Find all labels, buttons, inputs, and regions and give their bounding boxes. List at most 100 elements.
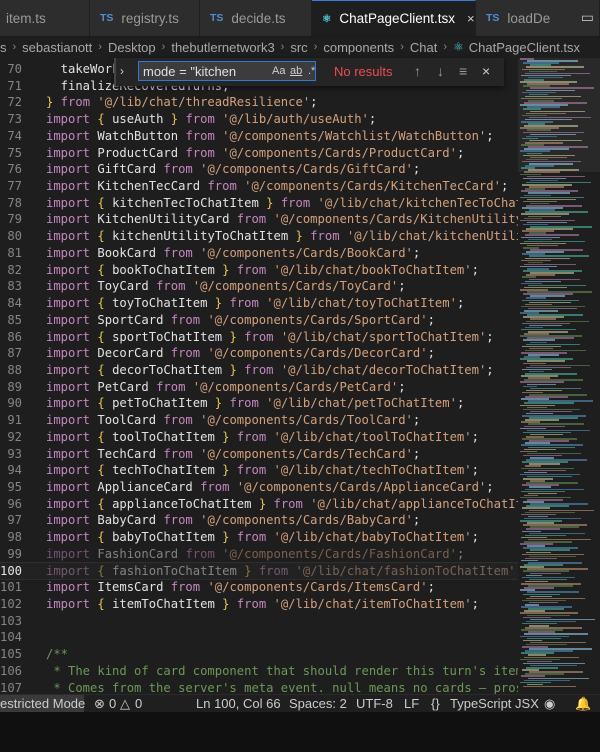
- breadcrumb-item[interactable]: thebutlernetwork3 ›: [171, 40, 290, 55]
- code-token: {: [97, 597, 113, 612]
- code-line[interactable]: 84 import { toyToChatItem } from '@/lib/c…: [0, 295, 518, 312]
- code-line[interactable]: 89 import PetCard from '@/components/Card…: [0, 379, 518, 396]
- find-in-selection-icon[interactable]: ≡: [459, 63, 467, 79]
- breadcrumb-item[interactable]: src ›: [290, 40, 323, 55]
- code-text: import KitchenTecCard from '@/components…: [46, 178, 508, 195]
- code-line[interactable]: 72} from '@/lib/chat/threadResilience';: [0, 94, 518, 111]
- chevron-right-icon: ›: [98, 41, 102, 53]
- code-token: itemToChatItem: [112, 597, 223, 612]
- chevron-right-icon[interactable]: ›: [120, 64, 124, 78]
- code-line[interactable]: 87 import DecorCard from '@/components/Ca…: [0, 345, 518, 362]
- code-line[interactable]: 105 /**: [0, 646, 518, 663]
- code-token: petToChatItem: [112, 396, 215, 411]
- code-line[interactable]: 107 * Comes from the server's meta event…: [0, 680, 518, 694]
- code-text: import { toolToChatItem } from '@/lib/ch…: [46, 429, 479, 446]
- current-code-line[interactable]: 100 import { fashionToChatItem } from '@/…: [0, 561, 518, 581]
- code-line[interactable]: 98 import { babyToChatItem } from '@/lib/…: [0, 529, 518, 546]
- code-token: ;: [486, 480, 494, 494]
- match-case-icon[interactable]: Aa: [272, 65, 285, 77]
- code-token: ;: [456, 396, 465, 411]
- code-line[interactable]: 106 * The kind of card component that sh…: [0, 663, 518, 680]
- breadcrumb: s › sebastianott › Desktop › thebutlernetwo…: [0, 36, 600, 58]
- error-icon[interactable]: ⊗: [94, 696, 105, 712]
- code-token: ;: [412, 413, 421, 428]
- code-line[interactable]: 93 import TechCard from '@/components/Car…: [0, 446, 518, 463]
- code-token: from: [222, 396, 267, 411]
- copilot-icon[interactable]: ◉: [544, 696, 555, 712]
- code-line[interactable]: 97 import BabyCard from '@/components/Car…: [0, 512, 518, 529]
- line-number: 77: [7, 179, 22, 194]
- code-token: {: [97, 463, 113, 478]
- code-line[interactable]: 73 import { useAuth } from '@/lib/auth/us…: [0, 111, 518, 128]
- code-token: ;: [471, 597, 479, 612]
- code-text: import { bookToChatItem } from '@/lib/ch…: [46, 262, 479, 279]
- code-line[interactable]: 76 import GiftCard from '@/components/Car…: [0, 161, 518, 178]
- code-token: from: [170, 312, 208, 327]
- minimap[interactable]: [518, 58, 600, 694]
- code-line[interactable]: 85 import SportCard from '@/components/Ca…: [0, 312, 518, 329]
- code-token: ProductCard: [97, 145, 186, 160]
- code-line[interactable]: 96 import { applianceToChatItem } from '@…: [0, 496, 518, 513]
- code-line[interactable]: 92 import { toolToChatItem } from '@/lib/…: [0, 429, 518, 446]
- line-number: 99: [7, 546, 22, 561]
- code-token: from: [185, 145, 223, 160]
- code-token: import: [46, 245, 98, 260]
- code-line[interactable]: 88 import { decorToChatItem } from '@/lib…: [0, 362, 518, 379]
- line-number: 79: [7, 212, 22, 227]
- end-of-line[interactable]: LF: [404, 696, 419, 711]
- code-line[interactable]: 75 import ProductCard from '@/components/…: [0, 145, 518, 162]
- code-line[interactable]: 79 import KitchenUtilityCard from '@/comp…: [0, 211, 518, 228]
- indentation[interactable]: Spaces: 2: [289, 696, 347, 711]
- language-mode[interactable]: TypeScript JSX: [450, 696, 539, 711]
- notifications-icon[interactable]: 🔔: [575, 696, 591, 712]
- code-line[interactable]: 83 import ToyCard from '@/components/Card…: [0, 278, 518, 295]
- code-token: ;: [412, 162, 421, 177]
- code-line[interactable]: 86 import { sportToChatItem } from '@/lib…: [0, 329, 518, 346]
- typescript-file-icon: TS: [210, 12, 224, 24]
- breadcrumb-item[interactable]: s ›: [0, 40, 22, 55]
- code-token: from: [156, 379, 193, 394]
- code-line[interactable]: 102 import { itemToChatItem } from '@/lib…: [0, 596, 518, 613]
- tab-registry-ts[interactable]: TS registry.ts: [90, 0, 200, 36]
- breadcrumb-item[interactable]: Desktop ›: [108, 40, 171, 55]
- code-line[interactable]: 81 import BookCard from '@/components/Car…: [0, 245, 518, 262]
- code-token: '@/components/Cards/ItemsCard': [207, 580, 428, 595]
- code-line[interactable]: 80 import { kitchenUtilityToChatItem } fr…: [0, 228, 518, 245]
- code-line[interactable]: 95 import ApplianceCard from '@/component…: [0, 479, 518, 496]
- code-token: {: [97, 195, 113, 210]
- code-line[interactable]: 82 import { bookToChatItem } from '@/lib/…: [0, 262, 518, 279]
- code-line[interactable]: 101 import ItemsCard from '@/components/C…: [0, 579, 518, 596]
- arrow-up-icon[interactable]: ↑: [414, 63, 421, 79]
- tab-chatpageclient-tsx[interactable]: ⚛ ChatPageClient.tsx ×: [312, 0, 476, 36]
- breadcrumb-item[interactable]: Chat ›: [410, 40, 453, 55]
- breadcrumb-item[interactable]: ⚛ ChatPageClient.tsx: [453, 40, 580, 55]
- code-line[interactable]: 91 import ToolCard from '@/components/Car…: [0, 412, 518, 429]
- code-line[interactable]: 74 import WatchButton from '@/components/…: [0, 128, 518, 145]
- arrow-down-icon[interactable]: ↓: [437, 63, 444, 79]
- warning-icon[interactable]: △: [120, 696, 130, 712]
- tab-decide-ts[interactable]: TS decide.ts: [200, 0, 312, 36]
- tab-label: decide.ts: [231, 10, 286, 26]
- code-line[interactable]: 90 import { petToChatItem } from '@/lib/c…: [0, 395, 518, 412]
- line-number: 85: [7, 312, 22, 327]
- breadcrumb-item[interactable]: components ›: [323, 40, 410, 55]
- code-line[interactable]: 78 import { kitchenTecToChatItem } from '…: [0, 195, 518, 212]
- code-line[interactable]: 103: [0, 613, 518, 630]
- tab-item-ts[interactable]: item.ts: [0, 0, 90, 36]
- regex-icon[interactable]: .*: [308, 65, 315, 77]
- code-line[interactable]: 104: [0, 629, 518, 646]
- breadcrumb-item[interactable]: sebastianott ›: [22, 40, 108, 55]
- code-editor[interactable]: 70 takeWork71 finalizeRecoveredTurns,72}…: [0, 58, 518, 694]
- code-line[interactable]: 77 import KitchenTecCard from '@/componen…: [0, 178, 518, 195]
- code-token: '@/lib/chat/threadResilience': [97, 95, 311, 110]
- code-line[interactable]: 94 import { techToChatItem } from '@/lib/…: [0, 462, 518, 479]
- line-number: 83: [7, 279, 22, 294]
- close-icon[interactable]: ×: [482, 63, 490, 79]
- code-text: import { babyToChatItem } from '@/lib/ch…: [46, 529, 479, 546]
- encoding[interactable]: UTF-8: [356, 696, 393, 711]
- code-line[interactable]: 99 import FashionCard from '@/components/…: [0, 546, 518, 563]
- more-icon[interactable]: ▭: [581, 9, 594, 26]
- match-whole-word-icon[interactable]: ab: [290, 65, 302, 77]
- cursor-position[interactable]: Ln 100, Col 66: [196, 696, 281, 711]
- close-icon[interactable]: ×: [467, 11, 475, 26]
